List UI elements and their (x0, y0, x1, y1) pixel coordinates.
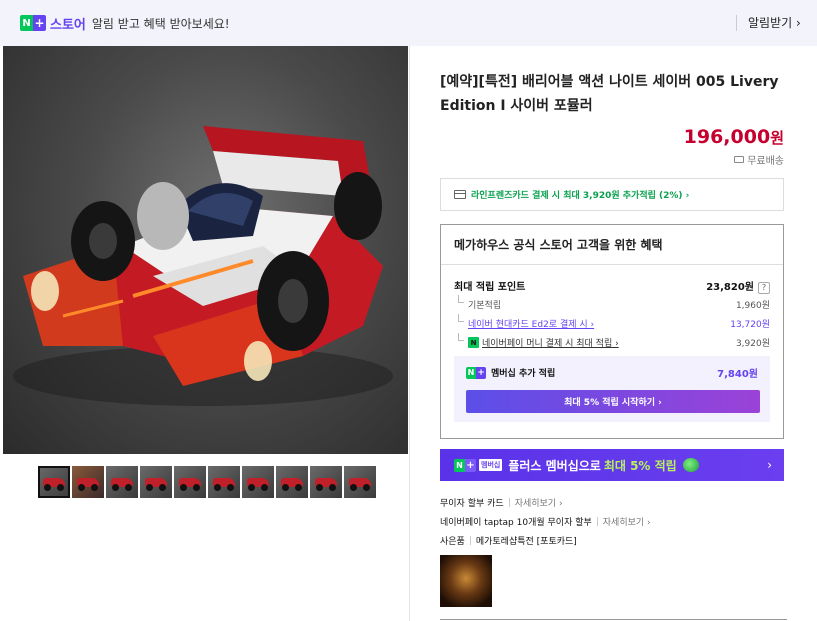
product-title: [예약][특전] 배리어블 액션 나이트 세이버 005 Livery Edit… (440, 74, 779, 114)
card-promo-banner[interactable]: 라인프렌즈카드 결제 시 최대 3,920원 추가적립 (2%) › (440, 178, 784, 211)
benefit-header: 메가하우스 공식 스토어 고객을 위한 혜택 (441, 225, 783, 265)
plus-membership-banner[interactable]: N + 멤버십 플러스 멤버십으로 최대 5% 적립 › (440, 449, 784, 481)
npay-money-points-row: N 네이버페이 머니 결제 시 최대 적립 › 3,920원 (454, 333, 770, 349)
notification-message: 알림 받고 혜택 받아보세요! (91, 16, 230, 31)
thumbnail[interactable] (140, 466, 172, 498)
membership-tag: 멤버십 (479, 459, 503, 471)
taptap-info: 네이버페이 taptap 10개월 무이자 할부 자세히보기 › (440, 515, 651, 528)
racing-car-illustration (13, 126, 393, 406)
thumbnail[interactable] (208, 466, 240, 498)
thumbnail[interactable] (72, 466, 104, 498)
product-main-image[interactable] (3, 46, 408, 454)
chevron-right-icon: › (767, 458, 772, 472)
hyundai-card-link[interactable]: 네이버 현대카드 Ed2로 결제 시 › (468, 320, 594, 330)
coin-icon (682, 458, 699, 472)
store-notification-bar: N + 스토어 알림 받고 혜택 받아보세요! 알림받기 › (0, 0, 817, 46)
divider (440, 619, 787, 620)
installment-details-link[interactable]: 자세히보기 › (515, 496, 563, 509)
thumbnail[interactable] (242, 466, 274, 498)
npay-money-link[interactable]: 네이버페이 머니 결제 시 최대 적립 › (482, 336, 619, 349)
installment-info: 무이자 할부 카드 자세히보기 › (440, 496, 563, 509)
product-gallery (0, 46, 410, 621)
naver-plus-store-logo: N + (20, 15, 46, 31)
basic-points-row: 기본적립 1,960원 (454, 295, 770, 311)
shipping-info: 무료배송 (734, 152, 784, 167)
product-price: 196,000원 (683, 126, 784, 148)
start-membership-button[interactable]: 최대 5% 적립 시작하기 › (466, 390, 760, 413)
gift-info: 사은품 메가토레샵특전 [포토카드] (440, 536, 577, 547)
hyundai-card-points-row: 네이버 현대카드 Ed2로 결제 시 › 13,720원 (454, 314, 770, 330)
naver-plus-icon: N + (466, 366, 486, 379)
store-label: 스토어 (50, 17, 86, 33)
benefit-box: 메가하우스 공식 스토어 고객을 위한 혜택 최대 적립 포인트 23,820원… (440, 224, 784, 439)
credit-card-icon (454, 190, 466, 199)
product-info-panel: [예약][특전] 배리어블 액션 나이트 세이버 005 Livery Edit… (410, 46, 817, 621)
notification-subscribe-button[interactable]: 알림받기 › (748, 14, 801, 31)
truck-icon (734, 156, 745, 163)
gift-photo-card-image[interactable] (440, 555, 492, 607)
thumbnail-strip (38, 466, 376, 498)
thumbnail[interactable] (174, 466, 206, 498)
thumbnail[interactable] (276, 466, 308, 498)
membership-section: N + 멤버십 추가 적립 7,840원 최대 5% 적립 시작하기 › (454, 356, 770, 422)
thumbnail[interactable] (310, 466, 342, 498)
divider (736, 15, 737, 31)
help-icon[interactable]: ? (758, 281, 770, 294)
taptap-details-link[interactable]: 자세히보기 › (603, 515, 651, 528)
thumbnail[interactable] (344, 466, 376, 498)
naver-plus-icon: N + (454, 458, 476, 472)
max-points-row: 최대 적립 포인트 23,820원? (454, 278, 770, 294)
naver-pay-icon: N (468, 337, 479, 348)
thumbnail[interactable] (106, 466, 138, 498)
chevron-right-icon: › (796, 16, 801, 30)
thumbnail[interactable] (38, 466, 70, 498)
